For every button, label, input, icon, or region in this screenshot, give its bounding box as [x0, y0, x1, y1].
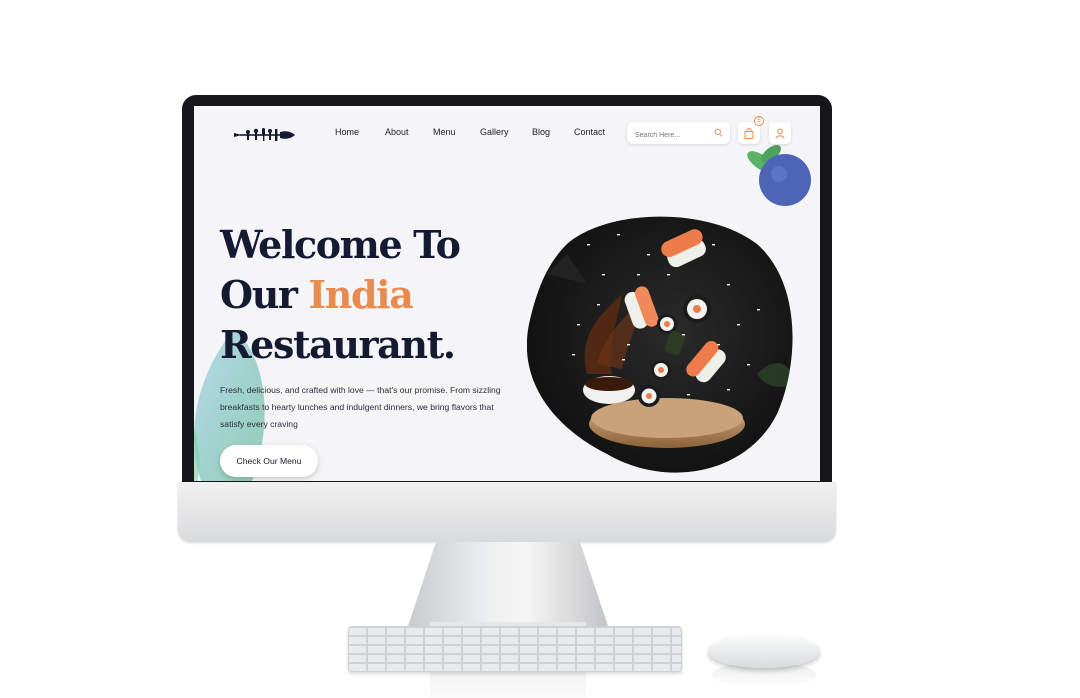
website-screen: Home About Menu Gallery Blog Contact 5 W…: [194, 106, 820, 481]
blueberry-decoration: [747, 145, 811, 206]
hero-description: Fresh, delicious, and crafted with love …: [220, 385, 501, 429]
nav-item-about[interactable]: About: [385, 127, 409, 137]
user-button[interactable]: [769, 122, 791, 144]
keyboard: [348, 626, 682, 672]
monitor-stand: [408, 542, 608, 626]
hero-title-line3: Restaurant.: [220, 322, 456, 367]
mouse: [708, 634, 820, 668]
cart-icon: [744, 127, 754, 139]
hero-title: Welcome To Our India Restaurant.: [220, 220, 461, 370]
user-icon: [775, 128, 785, 139]
search-input[interactable]: [627, 124, 715, 147]
hero-title-line2-prefix: Our: [220, 272, 309, 317]
logo-icon[interactable]: [232, 125, 296, 145]
hero-title-line2: Our India: [220, 270, 460, 320]
hero-title-accent: India: [308, 272, 413, 317]
hero-title-line1: Welcome To: [220, 222, 461, 267]
nav-item-home[interactable]: Home: [335, 127, 359, 137]
nav-item-menu[interactable]: Menu: [433, 127, 456, 137]
nav-item-contact[interactable]: Contact: [574, 127, 605, 137]
search-box: [627, 122, 730, 147]
cart-count-badge: 5: [754, 116, 764, 126]
nav-item-blog[interactable]: Blog: [532, 127, 550, 137]
nav-item-gallery[interactable]: Gallery: [480, 127, 509, 137]
hero-sushi-image: [527, 216, 793, 473]
check-menu-button[interactable]: Check Our Menu: [220, 445, 318, 477]
monitor-chin: [178, 482, 836, 542]
search-icon[interactable]: [714, 128, 723, 137]
